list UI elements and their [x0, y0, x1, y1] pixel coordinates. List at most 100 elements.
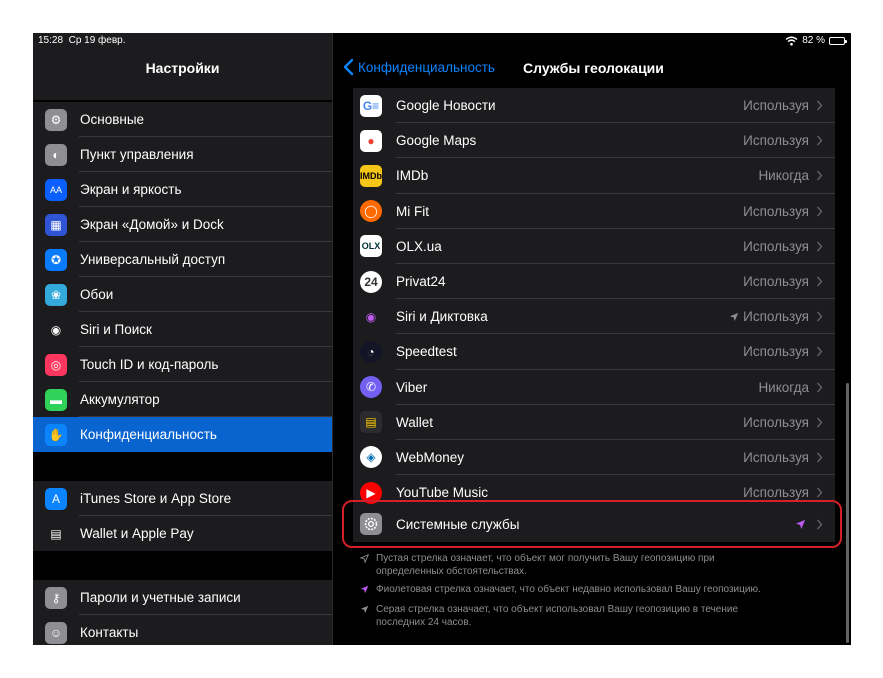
permission-value-text: Используя: [743, 485, 809, 501]
siri-icon: ◉: [360, 305, 382, 328]
sidebar-item-label: Обои: [80, 287, 114, 302]
app-row[interactable]: ◉ Siri и Диктовка Используя: [353, 299, 835, 335]
sidebar-item-label: Wallet и Apple Pay: [80, 526, 194, 541]
location-arrow-hollow-icon: [360, 554, 369, 563]
sidebar-item-label: Пароли и учетные записи: [80, 590, 241, 605]
legend-note: Фиолетовая стрелка означает, что объект …: [360, 583, 780, 596]
permission-value: Используя: [743, 485, 809, 500]
chevron-right-icon: [816, 135, 823, 146]
legend-note: Пустая стрелка означает, что объект мог …: [360, 552, 780, 578]
page-title: Службы геолокации: [523, 60, 664, 76]
sidebar-item-label: Экран и яркость: [80, 182, 182, 197]
wallet-icon: ▤: [360, 411, 382, 434]
app-name: Speedtest: [396, 344, 457, 360]
app-row[interactable]: ● Google Maps Используя: [353, 123, 835, 159]
ipad-screen: Настройки ⚙ Основные ◐ Пункт управления AA Эк…: [33, 33, 851, 645]
sidebar-item[interactable]: ◉ Siri и Поиск: [33, 312, 332, 347]
sidebar-item[interactable]: ⚙ Основные: [33, 102, 332, 137]
app-row[interactable]: OLX OLX.ua Используя: [353, 229, 835, 264]
app-name: Google Maps: [396, 133, 477, 149]
app-row[interactable]: ◈ WebMoney Используя: [353, 440, 835, 476]
location-arrow-gray-icon: [360, 605, 369, 614]
speedtest-icon: ◔: [360, 340, 382, 363]
nav-bar: Конфиденциальность Службы геолокации: [333, 33, 851, 85]
app-name: Siri и Диктовка: [396, 309, 488, 325]
sidebar-item-label: Основные: [80, 112, 145, 127]
sidebar-item[interactable]: AiTunes Store и App Store: [33, 481, 332, 516]
chevron-right-icon: [816, 100, 823, 111]
battery-icon: ▬: [45, 388, 67, 411]
imdb-icon: IMDb: [360, 164, 382, 187]
legend-note-text: Серая стрелка означает, что объект испол…: [376, 604, 739, 628]
location-arrow-purple-icon: [795, 519, 806, 529]
sidebar-title: Настройки: [145, 60, 220, 76]
sidebar-item[interactable]: ▬ Аккумулятор: [33, 382, 332, 417]
permission-value: Используя: [743, 239, 809, 254]
siri-icon: ◉: [45, 318, 67, 341]
sidebar-item[interactable]: ▤ Wallet и Apple Pay: [33, 516, 332, 551]
app-name: WebMoney: [396, 449, 465, 465]
app-row[interactable]: ▤ Wallet Используя: [353, 405, 835, 440]
chevron-right-icon: [816, 311, 823, 322]
app-row[interactable]: IMDb IMDb Никогда: [353, 158, 835, 194]
sidebar-item-label: iTunes Store и App Store: [80, 491, 232, 506]
sidebar-item[interactable]: ☺ Контакты: [33, 615, 332, 645]
chevron-right-icon: [816, 276, 823, 287]
sidebar-item[interactable]: ⚷ Пароли и учетные записи: [33, 580, 332, 615]
app-name: Viber: [396, 379, 428, 395]
permission-value: Используя: [743, 204, 809, 219]
wifi-icon: [785, 36, 798, 45]
sidebar-item-label: Экран «Домой» и Dock: [80, 217, 224, 232]
accessibility-icon: ✪: [45, 248, 67, 271]
permission-value-text: Используя: [743, 133, 809, 149]
legend-note-text: Фиолетовая стрелка означает, что объект …: [376, 584, 761, 595]
wallet-icon: ▤: [45, 522, 67, 545]
back-button[interactable]: Конфиденциальность: [342, 58, 495, 76]
sidebar-item[interactable]: AA Экран и яркость: [33, 172, 332, 207]
sidebar-item-label: Siri и Поиск: [80, 322, 152, 337]
app-store-icon: A: [45, 487, 67, 510]
app-row[interactable]: ✆ Viber Никогда: [353, 370, 835, 405]
app-row[interactable]: ◯ Mi Fit Используя: [353, 194, 835, 229]
chevron-right-icon: [816, 417, 823, 428]
sidebar-item-label: Пункт управления: [80, 147, 194, 162]
permission-value-text: Используя: [743, 344, 809, 360]
status-indicators: 82 %: [785, 35, 847, 46]
flower-icon: ❀: [45, 283, 67, 306]
sidebar-item[interactable]: ✪ Универсальный доступ: [33, 242, 332, 277]
app-row[interactable]: ◔ Speedtest Используя: [353, 334, 835, 370]
permission-value-text: Никогда: [758, 168, 809, 184]
permission-value-text: Используя: [743, 98, 809, 114]
permission-value: Используя: [743, 415, 809, 430]
permission-value-text: Никогда: [758, 379, 809, 395]
battery-icon: [829, 36, 847, 45]
battery-percent: 82 %: [802, 35, 825, 46]
permission-value: Никогда: [758, 168, 809, 183]
chevron-right-icon: [816, 452, 823, 463]
sidebar-item[interactable]: ◎ Touch ID и код-пароль: [33, 347, 332, 382]
permission-value: Используя: [743, 98, 809, 113]
sidebar-item-label: Аккумулятор: [80, 392, 160, 407]
permission-value: Используя: [743, 344, 809, 359]
sidebar-item-label: Touch ID и код-пароль: [80, 357, 219, 372]
chevron-right-icon: [816, 241, 823, 252]
sidebar-item[interactable]: ◐ Пункт управления: [33, 137, 332, 172]
sidebar-item[interactable]: ❀ Обои: [33, 277, 332, 312]
permission-value-text: Используя: [743, 203, 809, 219]
olx-icon: OLX: [360, 235, 382, 258]
contacts-icon: ☺: [45, 621, 67, 644]
app-row[interactable]: 24 Privat24 Используя: [353, 264, 835, 300]
scrollbar[interactable]: [846, 383, 849, 643]
privat24-icon: 24: [360, 270, 382, 293]
google-news-icon: G≡: [360, 94, 382, 117]
app-row[interactable]: G≡ Google Новости Используя: [353, 88, 835, 124]
app-name: IMDb: [396, 168, 429, 184]
grid-icon: ▦: [45, 213, 67, 236]
permission-value: Используя: [729, 309, 809, 324]
sidebar-item[interactable]: ✋ Конфиденциальность: [33, 417, 332, 452]
webmoney-icon: ◈: [360, 446, 382, 469]
sidebar-item[interactable]: ▦ Экран «Домой» и Dock: [33, 207, 332, 242]
sidebar-item-label: Контакты: [80, 625, 139, 640]
gear-icon: [360, 513, 382, 535]
system-services-row[interactable]: Системные службы: [353, 506, 835, 542]
